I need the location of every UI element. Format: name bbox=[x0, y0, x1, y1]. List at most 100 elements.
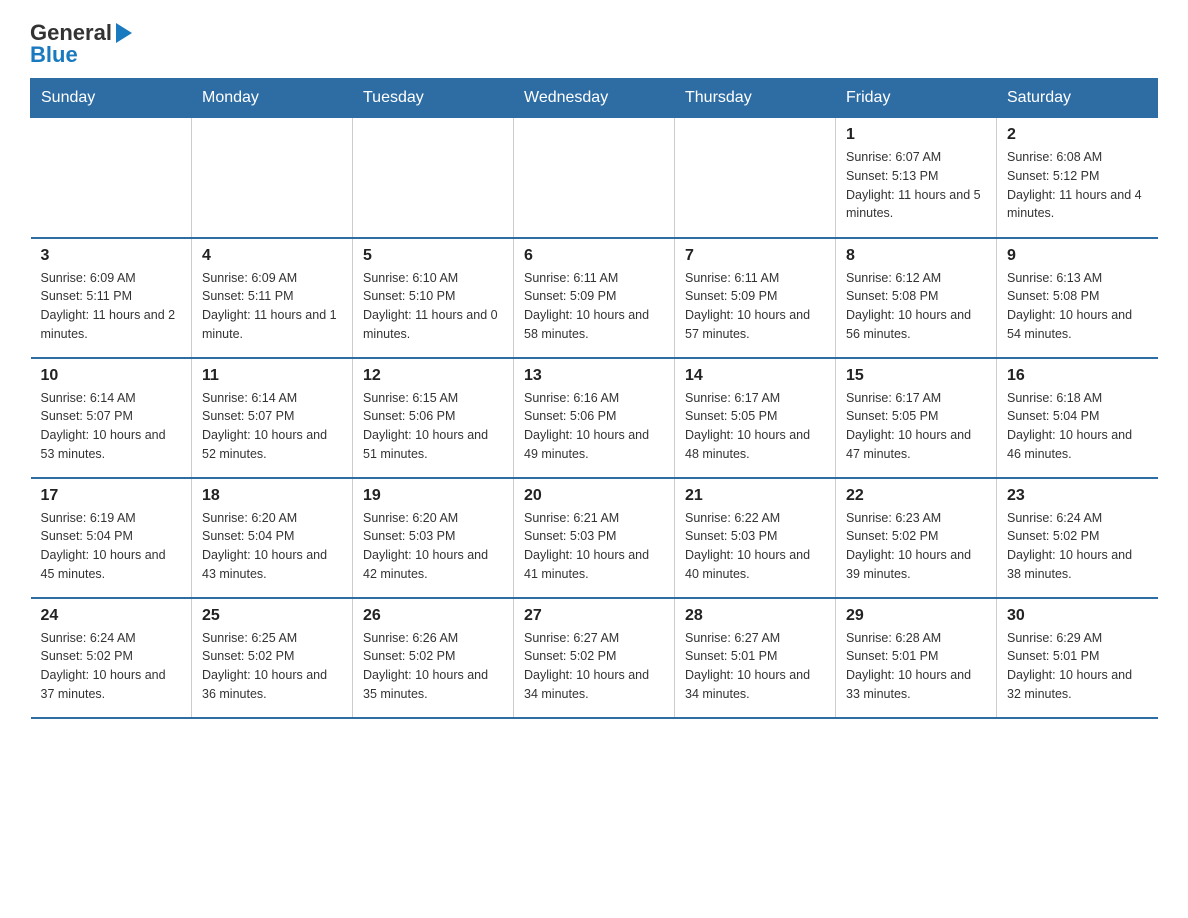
cell-info: Sunrise: 6:20 AMSunset: 5:04 PMDaylight:… bbox=[202, 509, 342, 584]
cell-info: Sunrise: 6:12 AMSunset: 5:08 PMDaylight:… bbox=[846, 269, 986, 344]
day-number: 28 bbox=[685, 607, 825, 625]
calendar-week-0: 1 Sunrise: 6:07 AMSunset: 5:13 PMDaylight… bbox=[31, 118, 1158, 238]
cell-info: Sunrise: 6:14 AMSunset: 5:07 PMDaylight:… bbox=[41, 389, 182, 464]
cell-info: Sunrise: 6:20 AMSunset: 5:03 PMDaylight:… bbox=[363, 509, 503, 584]
calendar-cell: 9 Sunrise: 6:13 AMSunset: 5:08 PMDaylight… bbox=[997, 238, 1158, 358]
calendar-cell: 4Sunrise: 6:09 AMSunset: 5:11 PMDaylight… bbox=[192, 238, 353, 358]
calendar-cell: 13 Sunrise: 6:16 AMSunset: 5:06 PMDayligh… bbox=[514, 358, 675, 478]
day-number: 20 bbox=[524, 487, 664, 505]
cell-info: Sunrise: 6:11 AMSunset: 5:09 PMDaylight:… bbox=[524, 269, 664, 344]
cell-info: Sunrise: 6:13 AMSunset: 5:08 PMDaylight:… bbox=[1007, 269, 1148, 344]
calendar-cell: 10 Sunrise: 6:14 AMSunset: 5:07 PMDayligh… bbox=[31, 358, 192, 478]
cell-info: Sunrise: 6:22 AMSunset: 5:03 PMDaylight:… bbox=[685, 509, 825, 584]
calendar-cell: 23 Sunrise: 6:24 AMSunset: 5:02 PMDayligh… bbox=[997, 478, 1158, 598]
calendar-cell: 24 Sunrise: 6:24 AMSunset: 5:02 PMDayligh… bbox=[31, 598, 192, 718]
calendar-cell: 15 Sunrise: 6:17 AMSunset: 5:05 PMDayligh… bbox=[836, 358, 997, 478]
day-number: 21 bbox=[685, 487, 825, 505]
calendar-cell: 2Sunrise: 6:08 AMSunset: 5:12 PMDaylight… bbox=[997, 118, 1158, 238]
day-number: 6 bbox=[524, 247, 664, 265]
cell-info: Sunrise: 6:19 AMSunset: 5:04 PMDaylight:… bbox=[41, 509, 182, 584]
day-number: 22 bbox=[846, 487, 986, 505]
cell-info: Sunrise: 6:18 AMSunset: 5:04 PMDaylight:… bbox=[1007, 389, 1148, 464]
day-number: 5 bbox=[363, 247, 503, 265]
day-number: 26 bbox=[363, 607, 503, 625]
calendar-cell: 18 Sunrise: 6:20 AMSunset: 5:04 PMDayligh… bbox=[192, 478, 353, 598]
day-number: 7 bbox=[685, 247, 825, 265]
calendar-cell: 28 Sunrise: 6:27 AMSunset: 5:01 PMDayligh… bbox=[675, 598, 836, 718]
cell-info: Sunrise: 6:16 AMSunset: 5:06 PMDaylight:… bbox=[524, 389, 664, 464]
cell-info: Sunrise: 6:27 AMSunset: 5:02 PMDaylight:… bbox=[524, 629, 664, 704]
cell-info: Sunrise: 6:27 AMSunset: 5:01 PMDaylight:… bbox=[685, 629, 825, 704]
day-number: 18 bbox=[202, 487, 342, 505]
cell-info: Sunrise: 6:24 AMSunset: 5:02 PMDaylight:… bbox=[41, 629, 182, 704]
day-number: 2 bbox=[1007, 126, 1148, 144]
cell-info: Sunrise: 6:28 AMSunset: 5:01 PMDaylight:… bbox=[846, 629, 986, 704]
header-sunday: Sunday bbox=[31, 79, 192, 118]
cell-info: Sunrise: 6:15 AMSunset: 5:06 PMDaylight:… bbox=[363, 389, 503, 464]
header-friday: Friday bbox=[836, 79, 997, 118]
day-number: 4 bbox=[202, 247, 342, 265]
day-number: 30 bbox=[1007, 607, 1148, 625]
calendar-cell bbox=[192, 118, 353, 238]
day-number: 27 bbox=[524, 607, 664, 625]
day-number: 8 bbox=[846, 247, 986, 265]
cell-info: Sunrise: 6:24 AMSunset: 5:02 PMDaylight:… bbox=[1007, 509, 1148, 584]
logo: General Blue bbox=[30, 20, 136, 68]
cell-info: Sunrise: 6:17 AMSunset: 5:05 PMDaylight:… bbox=[846, 389, 986, 464]
header-saturday: Saturday bbox=[997, 79, 1158, 118]
day-number: 12 bbox=[363, 367, 503, 385]
calendar-cell: 6 Sunrise: 6:11 AMSunset: 5:09 PMDaylight… bbox=[514, 238, 675, 358]
calendar-week-1: 3Sunrise: 6:09 AMSunset: 5:11 PMDaylight… bbox=[31, 238, 1158, 358]
cell-info: Sunrise: 6:11 AMSunset: 5:09 PMDaylight:… bbox=[685, 269, 825, 344]
day-number: 14 bbox=[685, 367, 825, 385]
calendar-cell: 19 Sunrise: 6:20 AMSunset: 5:03 PMDayligh… bbox=[353, 478, 514, 598]
calendar-cell: 20Sunrise: 6:21 AMSunset: 5:03 PMDayligh… bbox=[514, 478, 675, 598]
day-number: 25 bbox=[202, 607, 342, 625]
cell-info: Sunrise: 6:23 AMSunset: 5:02 PMDaylight:… bbox=[846, 509, 986, 584]
calendar-cell: 22 Sunrise: 6:23 AMSunset: 5:02 PMDayligh… bbox=[836, 478, 997, 598]
day-number: 17 bbox=[41, 487, 182, 505]
calendar-cell bbox=[514, 118, 675, 238]
cell-info: Sunrise: 6:26 AMSunset: 5:02 PMDaylight:… bbox=[363, 629, 503, 704]
calendar-week-4: 24 Sunrise: 6:24 AMSunset: 5:02 PMDayligh… bbox=[31, 598, 1158, 718]
calendar-cell: 27 Sunrise: 6:27 AMSunset: 5:02 PMDayligh… bbox=[514, 598, 675, 718]
calendar-cell: 8 Sunrise: 6:12 AMSunset: 5:08 PMDaylight… bbox=[836, 238, 997, 358]
day-number: 16 bbox=[1007, 367, 1148, 385]
logo-triangle-icon bbox=[116, 23, 132, 43]
logo-blue-text: Blue bbox=[30, 42, 78, 68]
cell-info: Sunrise: 6:10 AMSunset: 5:10 PMDaylight:… bbox=[363, 269, 503, 344]
calendar-cell: 12 Sunrise: 6:15 AMSunset: 5:06 PMDayligh… bbox=[353, 358, 514, 478]
day-number: 15 bbox=[846, 367, 986, 385]
cell-info: Sunrise: 6:29 AMSunset: 5:01 PMDaylight:… bbox=[1007, 629, 1148, 704]
calendar-cell: 29 Sunrise: 6:28 AMSunset: 5:01 PMDayligh… bbox=[836, 598, 997, 718]
day-number: 29 bbox=[846, 607, 986, 625]
calendar-cell: 21 Sunrise: 6:22 AMSunset: 5:03 PMDayligh… bbox=[675, 478, 836, 598]
calendar-cell: 5 Sunrise: 6:10 AMSunset: 5:10 PMDaylight… bbox=[353, 238, 514, 358]
header-monday: Monday bbox=[192, 79, 353, 118]
header-tuesday: Tuesday bbox=[353, 79, 514, 118]
cell-info: Sunrise: 6:14 AMSunset: 5:07 PMDaylight:… bbox=[202, 389, 342, 464]
header-thursday: Thursday bbox=[675, 79, 836, 118]
calendar-cell: 14 Sunrise: 6:17 AMSunset: 5:05 PMDayligh… bbox=[675, 358, 836, 478]
cell-info: Sunrise: 6:25 AMSunset: 5:02 PMDaylight:… bbox=[202, 629, 342, 704]
day-number: 13 bbox=[524, 367, 664, 385]
cell-info: Sunrise: 6:07 AMSunset: 5:13 PMDaylight:… bbox=[846, 148, 986, 223]
day-number: 11 bbox=[202, 367, 342, 385]
calendar-week-2: 10 Sunrise: 6:14 AMSunset: 5:07 PMDayligh… bbox=[31, 358, 1158, 478]
day-number: 23 bbox=[1007, 487, 1148, 505]
day-number: 9 bbox=[1007, 247, 1148, 265]
calendar-cell: 16 Sunrise: 6:18 AMSunset: 5:04 PMDayligh… bbox=[997, 358, 1158, 478]
day-number: 19 bbox=[363, 487, 503, 505]
day-number: 10 bbox=[41, 367, 182, 385]
calendar-cell: 17 Sunrise: 6:19 AMSunset: 5:04 PMDayligh… bbox=[31, 478, 192, 598]
cell-info: Sunrise: 6:17 AMSunset: 5:05 PMDaylight:… bbox=[685, 389, 825, 464]
calendar-week-3: 17 Sunrise: 6:19 AMSunset: 5:04 PMDayligh… bbox=[31, 478, 1158, 598]
calendar-table: SundayMondayTuesdayWednesdayThursdayFrid… bbox=[30, 78, 1158, 719]
calendar-cell: 3Sunrise: 6:09 AMSunset: 5:11 PMDaylight… bbox=[31, 238, 192, 358]
calendar-cell: 11 Sunrise: 6:14 AMSunset: 5:07 PMDayligh… bbox=[192, 358, 353, 478]
calendar-cell bbox=[353, 118, 514, 238]
header-wednesday: Wednesday bbox=[514, 79, 675, 118]
calendar-cell: 25 Sunrise: 6:25 AMSunset: 5:02 PMDayligh… bbox=[192, 598, 353, 718]
day-number: 1 bbox=[846, 126, 986, 144]
day-number: 24 bbox=[41, 607, 182, 625]
